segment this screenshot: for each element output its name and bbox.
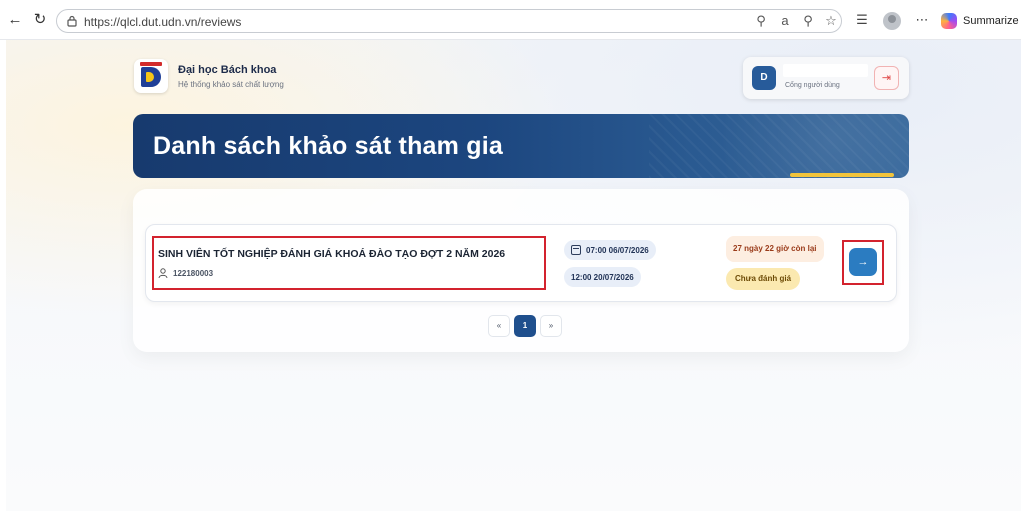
page-title: Danh sách khảo sát tham gia — [153, 132, 503, 160]
logout-button[interactable]: ⇥ — [874, 66, 899, 90]
open-survey-button[interactable]: → — [849, 248, 877, 276]
prev-page-button[interactable]: « — [488, 315, 510, 337]
page-content: Đại học Bách khoa Hệ thống khảo sát chất… — [6, 40, 1021, 511]
time-remaining-badge: 27 ngày 22 giờ còn lại — [726, 236, 824, 262]
university-name: Đại học Bách khoa — [178, 63, 277, 76]
survey-list-panel: SINH VIÊN TỐT NGHIỆP ĐÁNH GIÁ KHOÁ ĐÀO T… — [133, 189, 909, 352]
survey-title[interactable]: SINH VIÊN TỐT NGHIỆP ĐÁNH GIÁ KHOÁ ĐÀO T… — [158, 248, 505, 260]
system-name: Hệ thống khảo sát chất lượng — [178, 79, 284, 89]
calendar-icon — [571, 245, 581, 255]
favorites-icon[interactable]: ☰ — [853, 11, 871, 29]
page-banner: Danh sách khảo sát tham gia — [133, 114, 909, 178]
favorite-star-icon[interactable]: ☆ — [823, 13, 839, 29]
pagination: « 1 » — [488, 315, 562, 337]
open-survey-highlight: → — [842, 240, 884, 285]
survey-card[interactable]: SINH VIÊN TỐT NGHIỆP ĐÁNH GIÁ KHOÁ ĐÀO T… — [145, 224, 897, 302]
back-icon[interactable]: ← — [6, 11, 24, 29]
banner-accent-bar — [790, 173, 894, 177]
profile-avatar-icon[interactable] — [883, 12, 901, 30]
site-info-icon[interactable] — [66, 15, 78, 27]
user-role: Cổng người dùng — [785, 82, 840, 89]
user-name-placeholder — [783, 64, 868, 77]
user-card: D Cổng người dùng ⇥ — [743, 57, 909, 99]
reload-icon[interactable]: ↻ — [31, 11, 49, 29]
next-page-button[interactable]: » — [540, 315, 562, 337]
brand[interactable]: Đại học Bách khoa Hệ thống khảo sát chất… — [134, 59, 284, 93]
user-icon — [158, 268, 168, 278]
end-date: 12:00 20/07/2026 — [571, 272, 634, 282]
start-date-badge: 07:00 06/07/2026 — [564, 240, 656, 260]
summarize-button[interactable]: Summarize — [941, 11, 1019, 31]
copilot-icon — [941, 13, 957, 29]
zoom-icon[interactable]: ⚲ — [800, 13, 816, 29]
participant-id: 122180003 — [173, 268, 214, 278]
participant-info: 122180003 — [158, 268, 213, 278]
survey-title-highlight: SINH VIÊN TỐT NGHIỆP ĐÁNH GIÁ KHOÁ ĐÀO T… — [152, 236, 546, 290]
logout-icon: ⇥ — [881, 72, 892, 84]
address-bar[interactable]: https://qlcl.dut.udn.vn/reviews ⚲ a ⚲ ☆ — [56, 9, 842, 33]
summarize-label: Summarize — [963, 15, 1019, 27]
page-1-button[interactable]: 1 — [514, 315, 536, 337]
translate-icon[interactable]: a — [777, 13, 793, 29]
key-icon[interactable]: ⚲ — [753, 13, 769, 29]
arrow-right-icon: → — [857, 256, 869, 268]
user-avatar[interactable]: D — [752, 66, 776, 90]
url-text[interactable]: https://qlcl.dut.udn.vn/reviews — [84, 15, 241, 29]
status-badge: Chưa đánh giá — [726, 268, 801, 290]
start-date: 07:00 06/07/2026 — [586, 245, 649, 255]
end-date-badge: 12:00 20/07/2026 — [564, 267, 641, 287]
more-options-icon[interactable]: ⋯ — [914, 11, 930, 29]
university-logo — [134, 59, 168, 93]
browser-toolbar: ← ↻ https://qlcl.dut.udn.vn/reviews ⚲ a … — [0, 0, 1021, 40]
